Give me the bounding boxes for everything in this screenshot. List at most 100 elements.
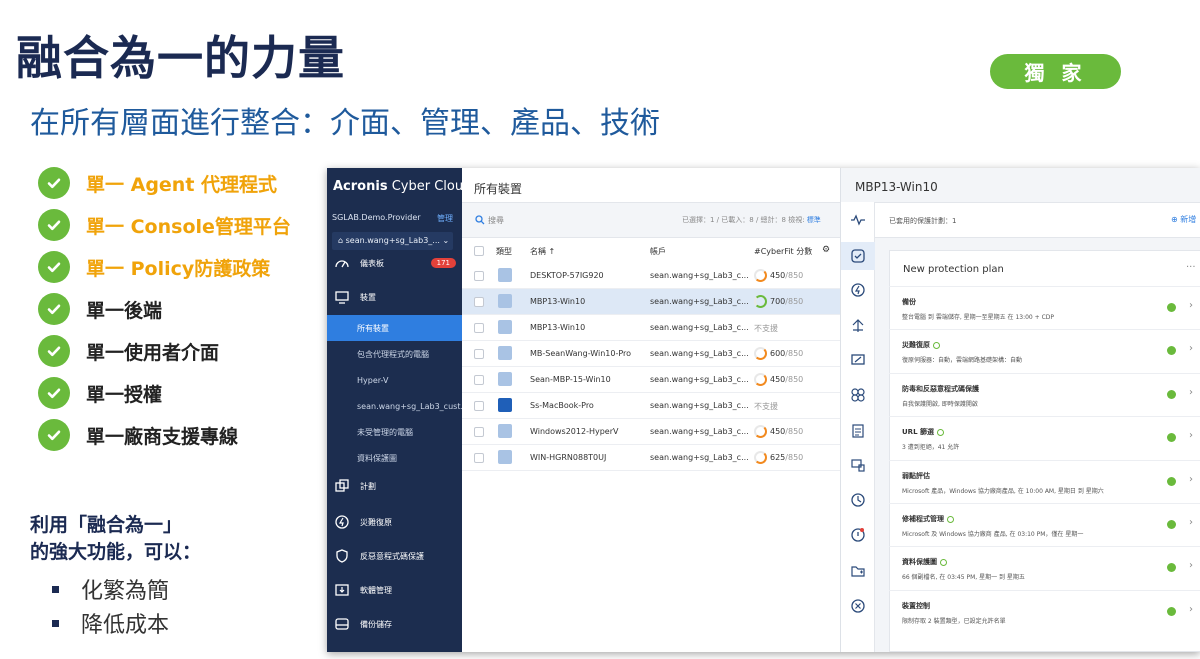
more-icon[interactable]: ··· (1186, 262, 1196, 273)
sidebar-item[interactable]: 災難復原 (327, 509, 462, 535)
folder-icon[interactable] (850, 563, 866, 579)
network-icon[interactable] (850, 318, 866, 334)
device-name[interactable]: MBP13-Win10 (530, 297, 585, 306)
activity-icon[interactable] (850, 212, 866, 228)
sidebar-item[interactable]: 包含代理程式的電腦 (327, 341, 462, 367)
row-checkbox[interactable] (474, 323, 484, 333)
devices-icon[interactable] (850, 457, 866, 473)
select-all-checkbox[interactable] (474, 246, 484, 256)
table-row[interactable]: WIN-HGRN088T0UJ sean.wang+sg_Lab3_c... 625… (462, 445, 840, 471)
chevron-right-icon[interactable]: › (1189, 430, 1193, 441)
table-row[interactable]: MBP13-Win10 sean.wang+sg_Lab3_c... 700/850 (462, 289, 840, 315)
sidebar-item[interactable]: 計劃 (327, 473, 462, 499)
sidebar-item[interactable]: 軟體管理 (327, 577, 462, 603)
chevron-right-icon[interactable]: › (1189, 604, 1193, 615)
table-row[interactable]: MB-SeanWang-Win10-Pro sean.wang+sg_Lab3_c… (462, 341, 840, 367)
gear-icon[interactable]: ⚙ (822, 245, 830, 255)
cyberfit-score-ring (754, 373, 767, 386)
device-account: sean.wang+sg_Lab3_c... (650, 349, 749, 358)
row-checkbox[interactable] (474, 375, 484, 385)
device-name[interactable]: Ss-MacBook-Pro (530, 401, 594, 410)
chevron-right-icon[interactable]: › (1189, 474, 1193, 485)
score-max: /850 (785, 297, 804, 306)
row-checkbox[interactable] (474, 453, 484, 463)
sidebar-item[interactable]: 資料保護圖 (327, 445, 462, 471)
block-icon[interactable] (850, 598, 866, 614)
table-row[interactable]: DESKTOP-57IG920 sean.wang+sg_Lab3_c... 450… (462, 263, 840, 289)
chevron-right-icon[interactable]: › (1189, 343, 1193, 354)
sidebar-item-label: 災難復原 (360, 517, 392, 527)
plan-module-row[interactable]: 資料保護圖 66 個副檔名, 在 03:45 PM, 星期一 到 星期五 › (889, 546, 1200, 589)
device-details-panel: MBP13-Win10 已套用的保護計劃：1 ⊕ 新增 New protecti… (840, 168, 1200, 652)
col-account[interactable]: 帳戶 (650, 246, 666, 257)
alert-icon[interactable] (850, 527, 866, 543)
cyberfit-unsupported: 不支援 (754, 402, 778, 411)
score-max: /850 (785, 271, 804, 280)
chevron-right-icon[interactable]: › (1189, 300, 1193, 311)
manage-link[interactable]: 管理 (437, 213, 453, 224)
device-name[interactable]: WIN-HGRN088T0UJ (530, 453, 606, 462)
enabled-check-icon (1167, 476, 1176, 486)
col-name[interactable]: 名稱 ↑ (530, 246, 555, 257)
sidebar-item[interactable]: 未受管理的電腦 (327, 419, 462, 445)
chevron-right-icon[interactable]: › (1189, 517, 1193, 528)
plan-module-row[interactable]: URL 篩選 3 遭到拒絕，41 允許 › (889, 416, 1200, 459)
row-checkbox[interactable] (474, 271, 484, 281)
devices-title: 所有裝置 (474, 182, 523, 196)
bolt-icon[interactable] (850, 282, 866, 298)
row-checkbox[interactable] (474, 297, 484, 307)
device-name[interactable]: MBP13-Win10 (530, 323, 585, 332)
row-checkbox[interactable] (474, 349, 484, 359)
sidebar-item[interactable]: 備份儲存 (327, 611, 462, 637)
table-row[interactable]: Windows2012-HyperV sean.wang+sg_Lab3_c...… (462, 419, 840, 445)
device-name[interactable]: DESKTOP-57IG920 (530, 271, 604, 280)
device-name[interactable]: Windows2012-HyperV (530, 427, 618, 436)
use-heading-line1: 利用「融合為一」 (30, 514, 183, 536)
col-score[interactable]: #CyberFit 分數 (754, 246, 812, 257)
sidebar-item[interactable]: 儀表板 171 (327, 250, 462, 276)
feature-bullet-label: 單一使用者介面 (86, 341, 220, 364)
plan-module-row[interactable]: 弱點評估 Microsoft 產品，Windows 協力廠商產品, 在 10:00… (889, 459, 1200, 503)
sidebar-item[interactable]: sean.wang+sg_Lab3_cust... (327, 393, 468, 419)
score-max: /850 (785, 375, 804, 384)
list-icon[interactable] (850, 423, 866, 439)
chevron-right-icon[interactable]: › (1189, 387, 1193, 398)
vulnerability-icon[interactable] (850, 352, 866, 368)
score-value: 450 (770, 375, 786, 384)
device-name[interactable]: Sean-MBP-15-Win10 (530, 375, 611, 384)
table-row[interactable]: Ss-MacBook-Pro sean.wang+sg_Lab3_c... 不支援 (462, 393, 840, 419)
feature-bullet: 單一 Policy防護政策 (38, 246, 291, 288)
plan-module-row[interactable]: 修補程式管理 Microsoft 及 Windows 協力廠商 產品, 在 03:… (889, 503, 1200, 546)
sidebar-item-label: Hyper-V (357, 375, 389, 385)
user-selector[interactable]: ⌂ sean.wang+sg_Lab3_... ⌄ (332, 232, 453, 250)
shield-check-icon[interactable] (850, 248, 866, 264)
details-title: MBP13-Win10 (855, 180, 938, 194)
use-heading-line2: 的強大功能，可以： (30, 541, 202, 563)
device-account: sean.wang+sg_Lab3_c... (650, 375, 749, 384)
sidebar-item[interactable]: 反惡意程式碼保護 (327, 543, 462, 569)
sidebar-item[interactable]: 裝置 (327, 284, 462, 310)
chevron-right-icon[interactable]: › (1189, 560, 1193, 571)
table-row[interactable]: MBP13-Win10 sean.wang+sg_Lab3_c... 不支援 (462, 315, 840, 341)
plan-module-description: 限制存取 2 裝置類型，已設定允許名單 (902, 617, 1006, 625)
cyberfit-score-ring (754, 425, 767, 438)
feature-bullet: 單一後端 (38, 288, 291, 330)
table-row[interactable]: Sean-MBP-15-Win10 sean.wang+sg_Lab3_c... 4… (462, 367, 840, 393)
feature-bullet-label: 單一 Policy防護政策 (86, 257, 271, 280)
device-name[interactable]: MB-SeanWang-Win10-Pro (530, 349, 631, 358)
patch-icon[interactable] (850, 387, 866, 403)
sidebar-item[interactable]: Hyper-V (327, 367, 462, 393)
sidebar-item[interactable]: 所有裝置 (327, 315, 462, 341)
row-checkbox[interactable] (474, 401, 484, 411)
col-type[interactable]: 類型 (496, 246, 512, 257)
add-plan-button[interactable]: ⊕ 新增 (1171, 214, 1196, 225)
cyberfit-score: 450/850 (770, 427, 803, 436)
plan-module-row[interactable]: 裝置控制 限制存取 2 裝置類型，已設定允許名單 › (889, 589, 1200, 633)
plan-module-row[interactable]: 備份 整台電腦 到 雲端儲存, 星期一至星期五 在 13:00 + CDP › (889, 286, 1200, 329)
clock-icon[interactable] (850, 492, 866, 508)
virtual-machine-icon (498, 450, 512, 464)
row-checkbox[interactable] (474, 427, 484, 437)
plan-module-row[interactable]: 災難復原 復原伺服器：自動，雲端網路基礎架構：自動 › (889, 329, 1200, 372)
plan-module-row[interactable]: 防毒和反惡意程式碼保護 自我保護開啟, 即時保護開啟 › (889, 372, 1200, 416)
search-input[interactable]: 搜尋 (488, 215, 504, 226)
